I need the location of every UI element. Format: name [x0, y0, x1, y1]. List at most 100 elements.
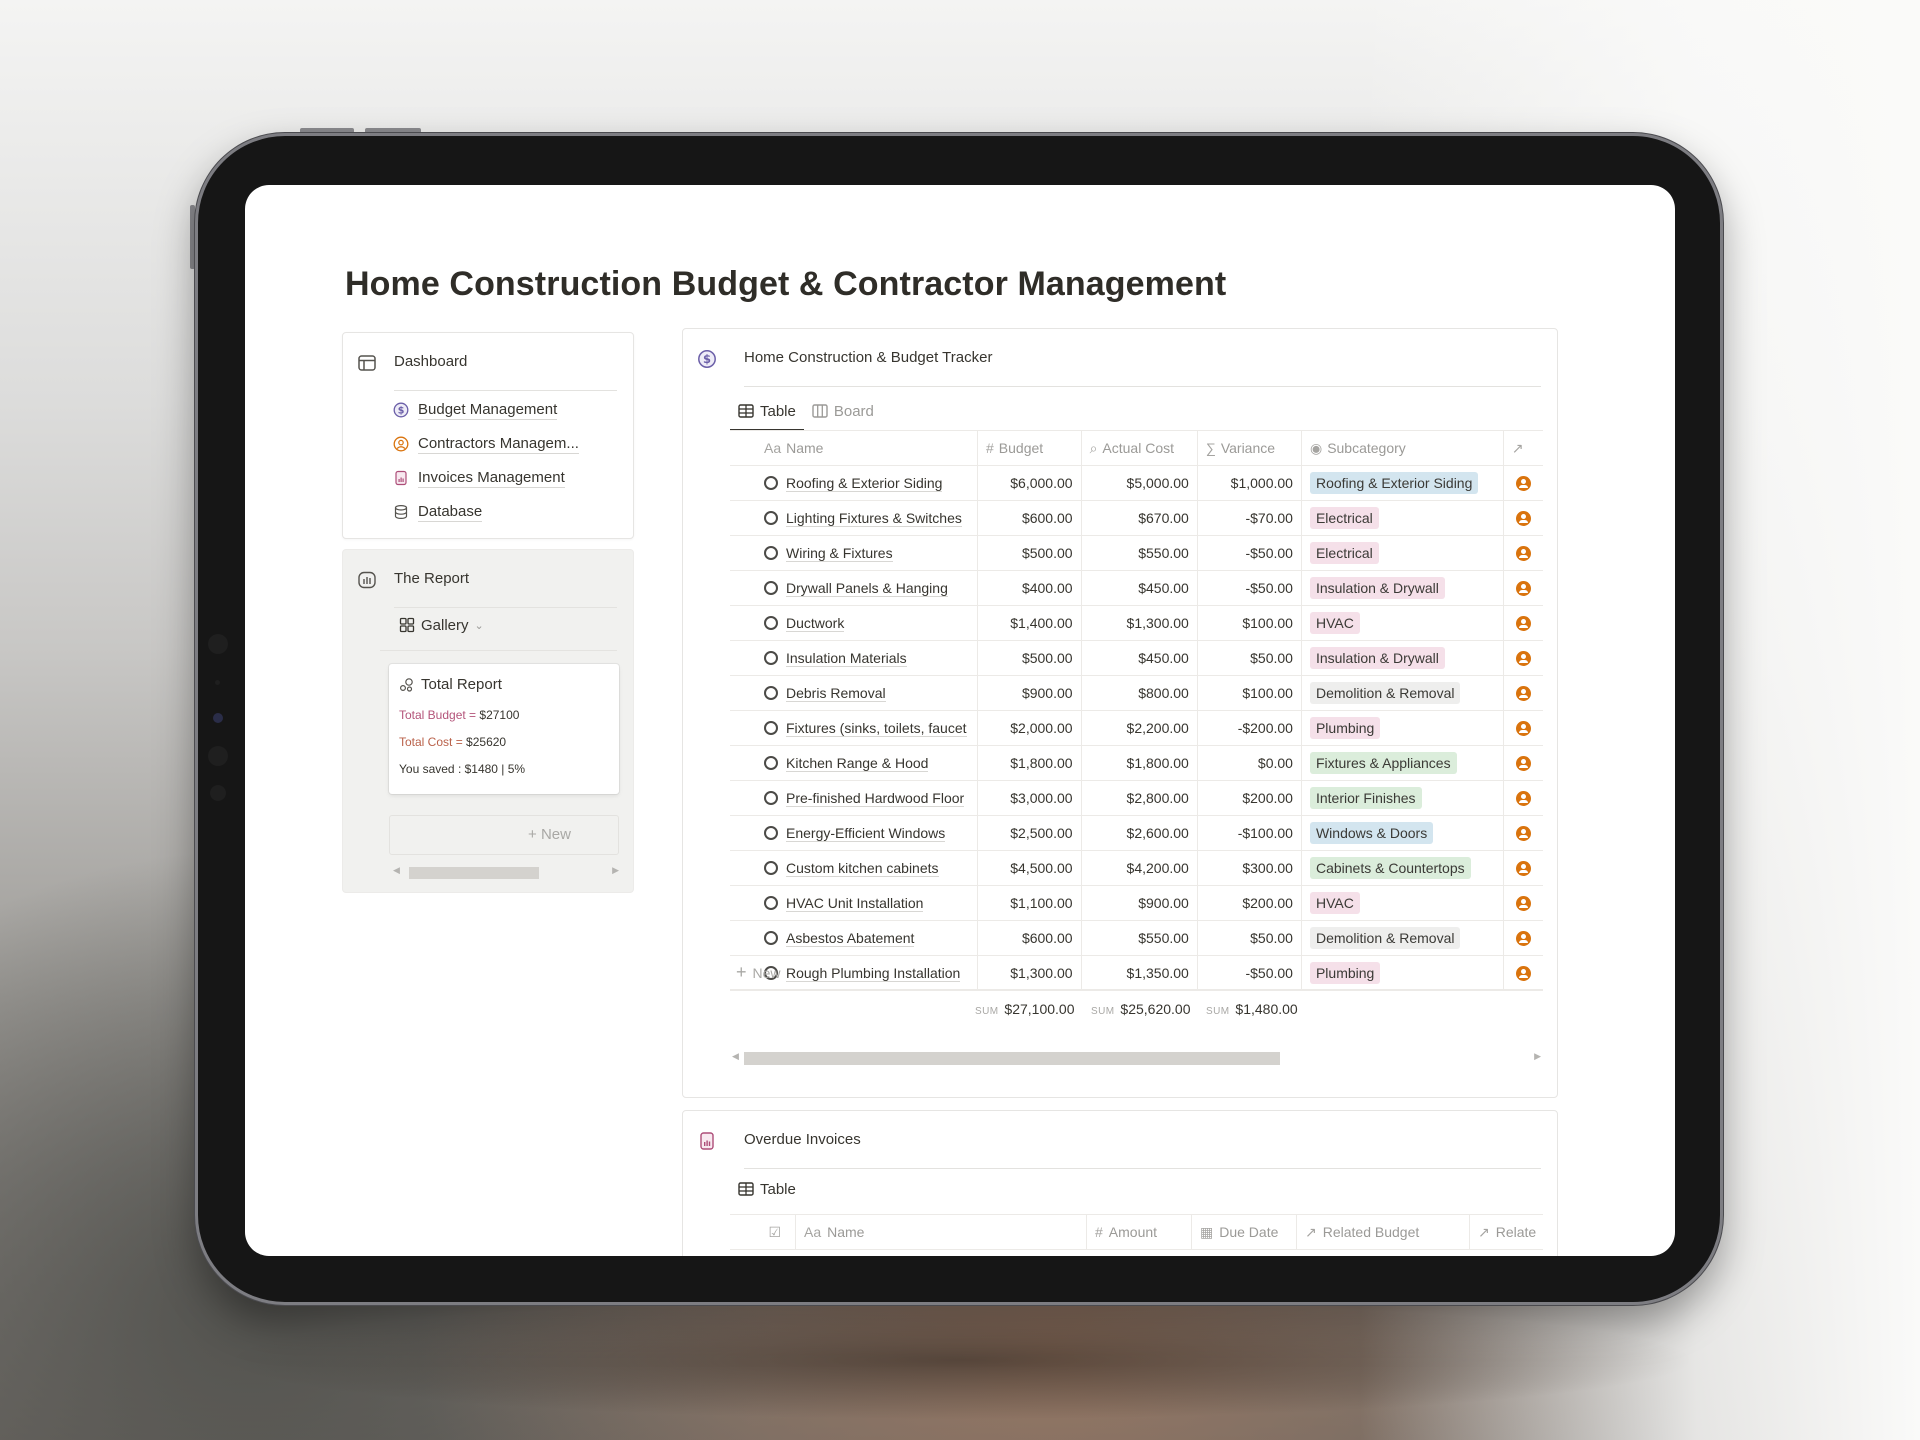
table-row[interactable]: Roofing & Exterior Siding $6,000.00 $5,000… — [730, 465, 1543, 501]
add-row-button[interactable]: + New — [730, 956, 1543, 990]
scrollbar-thumb[interactable] — [744, 1052, 1280, 1065]
cell-relation[interactable] — [1503, 675, 1543, 711]
gallery-new-button[interactable]: + New — [389, 815, 619, 855]
cell-variance[interactable]: $100.00 — [1197, 605, 1302, 641]
cell-subcategory[interactable]: HVAC — [1301, 885, 1504, 921]
column-header-related-budget[interactable]: ↗ Related Budget — [1297, 1215, 1470, 1249]
row-name-link[interactable]: Wiring & Fixtures — [786, 545, 893, 562]
cell-name[interactable]: Custom kitchen cabinets — [730, 850, 978, 886]
cell-name[interactable]: Roofing & Exterior Siding — [730, 465, 978, 501]
row-name-link[interactable]: Lighting Fixtures & Switches — [786, 510, 962, 527]
cell-name[interactable]: Pre-finished Hardwood Floor — [730, 780, 978, 816]
contractor-person-icon[interactable] — [1515, 476, 1531, 491]
cell-name[interactable]: HVAC Unit Installation — [730, 885, 978, 921]
row-name-link[interactable]: Ductwork — [786, 615, 845, 632]
cell-actual-cost[interactable]: $2,600.00 — [1081, 815, 1198, 851]
tab-board[interactable]: Board — [804, 393, 882, 429]
cell-subcategory[interactable]: Electrical — [1301, 535, 1504, 571]
cell-subcategory[interactable]: Interior Finishes — [1301, 780, 1504, 816]
cell-name[interactable]: Asbestos Abatement — [730, 920, 978, 956]
column-header-checkbox[interactable]: ☑ — [730, 1215, 796, 1249]
table-row[interactable]: Fixtures (sinks, toilets, faucet $2,000.0… — [730, 710, 1543, 746]
cell-subcategory[interactable]: Insulation & Drywall — [1301, 570, 1504, 606]
contractor-person-icon[interactable] — [1515, 616, 1531, 631]
cell-actual-cost[interactable]: $550.00 — [1081, 535, 1198, 571]
cell-relation[interactable] — [1503, 570, 1543, 606]
table-row[interactable]: Lighting Fixtures & Switches $600.00 $670.… — [730, 500, 1543, 536]
cell-budget[interactable]: $6,000.00 — [977, 465, 1082, 501]
cell-actual-cost[interactable]: $450.00 — [1081, 640, 1198, 676]
cell-subcategory[interactable]: Demolition & Removal — [1301, 920, 1504, 956]
column-header-amount[interactable]: # Amount — [1087, 1215, 1192, 1249]
cell-subcategory[interactable]: HVAC — [1301, 605, 1504, 641]
contractor-person-icon[interactable] — [1515, 931, 1531, 946]
scroll-right-icon[interactable]: ▶ — [1534, 1051, 1541, 1062]
cell-subcategory[interactable]: Fixtures & Appliances — [1301, 745, 1504, 781]
cell-name[interactable]: Fixtures (sinks, toilets, faucet — [730, 710, 978, 746]
scrollbar-thumb[interactable] — [409, 867, 539, 879]
cell-subcategory[interactable]: Demolition & Removal — [1301, 675, 1504, 711]
table-row[interactable]: Drywall Panels & Hanging $400.00 $450.00 -$… — [730, 570, 1543, 606]
cell-relation[interactable] — [1503, 605, 1543, 641]
cell-budget[interactable]: $1,400.00 — [977, 605, 1082, 641]
status-circle-icon[interactable] — [764, 756, 778, 770]
sum-actual-cost[interactable]: SUM $25,620.00 — [1091, 1001, 1191, 1017]
cell-name[interactable]: Ductwork — [730, 605, 978, 641]
column-header-due-date[interactable]: ▦ Due Date — [1192, 1215, 1297, 1249]
cell-relation[interactable] — [1503, 780, 1543, 816]
cell-relation[interactable] — [1503, 920, 1543, 956]
cell-name[interactable]: Energy-Efficient Windows — [730, 815, 978, 851]
status-circle-icon[interactable] — [764, 511, 778, 525]
cell-name[interactable]: Drywall Panels & Hanging — [730, 570, 978, 606]
column-header-variance[interactable]: ∑ Variance — [1197, 430, 1302, 466]
cell-budget[interactable]: $4,500.00 — [977, 850, 1082, 886]
cell-relation[interactable] — [1503, 885, 1543, 921]
nav-item-budget-management[interactable]: $ Budget Management — [393, 393, 579, 427]
contractor-person-icon[interactable] — [1515, 791, 1531, 806]
status-circle-icon[interactable] — [764, 476, 778, 490]
cell-actual-cost[interactable]: $2,800.00 — [1081, 780, 1198, 816]
gallery-card-total-report[interactable]: Total Report Total Budget = $27100 Total… — [389, 664, 619, 794]
cell-actual-cost[interactable]: $1,300.00 — [1081, 605, 1198, 641]
column-header-name[interactable]: Aa Name — [796, 1215, 1087, 1249]
column-header-relation[interactable]: ↗ — [1503, 430, 1543, 466]
status-circle-icon[interactable] — [764, 931, 778, 945]
gallery-view-selector[interactable]: Gallery ⌄ — [399, 610, 484, 640]
cell-variance[interactable]: $100.00 — [1197, 675, 1302, 711]
cell-name[interactable]: Wiring & Fixtures — [730, 535, 978, 571]
cell-variance[interactable]: $50.00 — [1197, 920, 1302, 956]
cell-variance[interactable]: -$50.00 — [1197, 535, 1302, 571]
status-circle-icon[interactable] — [764, 616, 778, 630]
cell-name[interactable]: Debris Removal — [730, 675, 978, 711]
sum-budget[interactable]: SUM $27,100.00 — [975, 1001, 1075, 1017]
cell-budget[interactable]: $500.00 — [977, 640, 1082, 676]
status-circle-icon[interactable] — [764, 791, 778, 805]
cell-budget[interactable]: $2,500.00 — [977, 815, 1082, 851]
cell-actual-cost[interactable]: $5,000.00 — [1081, 465, 1198, 501]
cell-variance[interactable]: -$200.00 — [1197, 710, 1302, 746]
row-name-link[interactable]: Drywall Panels & Hanging — [786, 580, 948, 597]
cell-variance[interactable]: $300.00 — [1197, 850, 1302, 886]
table-row[interactable]: HVAC Unit Installation $1,100.00 $900.00 $2… — [730, 885, 1543, 921]
status-circle-icon[interactable] — [764, 721, 778, 735]
cell-name[interactable]: Kitchen Range & Hood — [730, 745, 978, 781]
column-header-budget[interactable]: # Budget — [977, 430, 1082, 466]
column-header-actual-cost[interactable]: ⌕ Actual Cost — [1081, 430, 1198, 466]
row-name-link[interactable]: Debris Removal — [786, 685, 886, 702]
table-row[interactable]: Insulation Materials $500.00 $450.00 $50.00… — [730, 640, 1543, 676]
contractor-person-icon[interactable] — [1515, 546, 1531, 561]
contractor-person-icon[interactable] — [1515, 511, 1531, 526]
status-circle-icon[interactable] — [764, 896, 778, 910]
gallery-horizontal-scrollbar[interactable]: ◀ ▶ — [393, 865, 619, 879]
row-name-link[interactable]: Insulation Materials — [786, 650, 907, 667]
cell-actual-cost[interactable]: $900.00 — [1081, 885, 1198, 921]
cell-budget[interactable]: $400.00 — [977, 570, 1082, 606]
contractor-person-icon[interactable] — [1515, 581, 1531, 596]
row-name-link[interactable]: Energy-Efficient Windows — [786, 825, 946, 842]
cell-relation[interactable] — [1503, 850, 1543, 886]
status-circle-icon[interactable] — [764, 546, 778, 560]
cell-relation[interactable] — [1503, 710, 1543, 746]
cell-name[interactable]: Insulation Materials — [730, 640, 978, 676]
cell-actual-cost[interactable]: $670.00 — [1081, 500, 1198, 536]
cell-budget[interactable]: $3,000.00 — [977, 780, 1082, 816]
